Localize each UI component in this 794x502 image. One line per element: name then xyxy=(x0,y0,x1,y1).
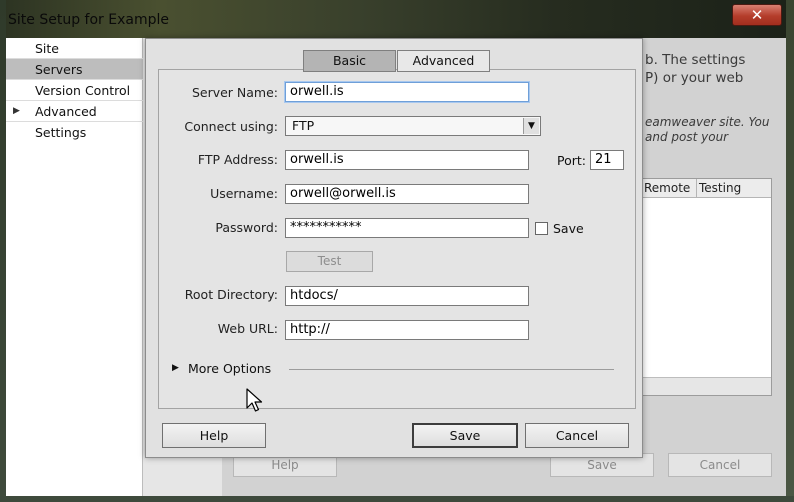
column-header-remote[interactable]: Remote xyxy=(642,179,697,198)
sidebar-item-servers[interactable]: Servers xyxy=(6,59,143,80)
root-directory-label: Root Directory: xyxy=(184,287,278,302)
ftp-address-label: FTP Address: xyxy=(197,152,278,167)
help-button[interactable]: Help xyxy=(162,423,266,448)
connect-using-label: Connect using: xyxy=(184,119,278,134)
more-options-toggle[interactable]: More Options xyxy=(188,361,271,376)
save-button[interactable]: Save xyxy=(412,423,518,448)
window-title: Site Setup for Example xyxy=(8,12,169,28)
window-frame-right xyxy=(786,0,794,502)
sidebar-item-label: Servers xyxy=(35,62,83,77)
server-settings-dialog: Basic Advanced Server Name: orwell.is Co… xyxy=(145,38,643,458)
web-url-input[interactable]: http:// xyxy=(285,320,529,340)
servers-note-line1: eamweaver site. You xyxy=(645,115,770,129)
server-name-input[interactable]: orwell.is xyxy=(285,82,529,102)
sidebar-item-version-control[interactable]: Version Control xyxy=(6,80,143,101)
test-button[interactable]: Test xyxy=(286,251,373,272)
servers-description-line1: b. The settings xyxy=(645,52,746,68)
password-input[interactable]: *********** xyxy=(285,218,529,238)
root-directory-input[interactable]: htdocs/ xyxy=(285,286,529,306)
table-scrollbar[interactable] xyxy=(642,377,771,395)
save-password-checkbox[interactable] xyxy=(535,222,548,235)
servers-note-line2: and post your xyxy=(645,130,729,144)
ftp-address-input[interactable]: orwell.is xyxy=(285,150,529,170)
servers-table[interactable]: Remote Testing xyxy=(641,178,772,396)
server-name-label: Server Name: xyxy=(191,85,278,100)
connect-using-select[interactable]: FTP ▼ xyxy=(285,116,541,136)
window-frame-bottom xyxy=(0,496,794,502)
port-label: Port: xyxy=(557,153,586,168)
sidebar-item-label: Site xyxy=(35,41,59,56)
sidebar-item-advanced-settings[interactable]: ▶ Advanced Settings xyxy=(6,101,143,140)
expand-arrow-icon[interactable]: ▶ xyxy=(172,363,179,373)
sidebar-item-site[interactable]: Site xyxy=(6,38,143,59)
category-sidebar: Site Servers Version Control ▶ Advanced … xyxy=(6,38,143,496)
expand-arrow-icon[interactable]: ▶ xyxy=(13,101,20,122)
mouse-cursor-icon xyxy=(246,388,263,412)
column-header-testing[interactable]: Testing xyxy=(697,179,771,198)
web-url-label: Web URL: xyxy=(217,321,278,336)
servers-description-line2: P) or your web xyxy=(645,70,744,86)
tab-basic[interactable]: Basic xyxy=(303,50,396,72)
save-password-label: Save xyxy=(553,221,584,236)
sidebar-item-label: Advanced Settings xyxy=(35,104,97,140)
username-label: Username: xyxy=(210,186,278,201)
bg-cancel-button[interactable]: Cancel xyxy=(668,453,772,477)
password-label: Password: xyxy=(215,220,278,235)
divider xyxy=(289,369,614,370)
tab-advanced[interactable]: Advanced xyxy=(397,50,490,72)
username-input[interactable]: orwell@orwell.is xyxy=(285,184,529,204)
sidebar-item-label: Version Control xyxy=(35,83,131,98)
cancel-button[interactable]: Cancel xyxy=(525,423,629,448)
port-input[interactable]: 21 xyxy=(590,150,624,170)
connect-using-value: FTP xyxy=(292,118,315,133)
chevron-down-icon[interactable]: ▼ xyxy=(523,118,539,134)
close-button[interactable]: ✕ xyxy=(732,4,782,26)
